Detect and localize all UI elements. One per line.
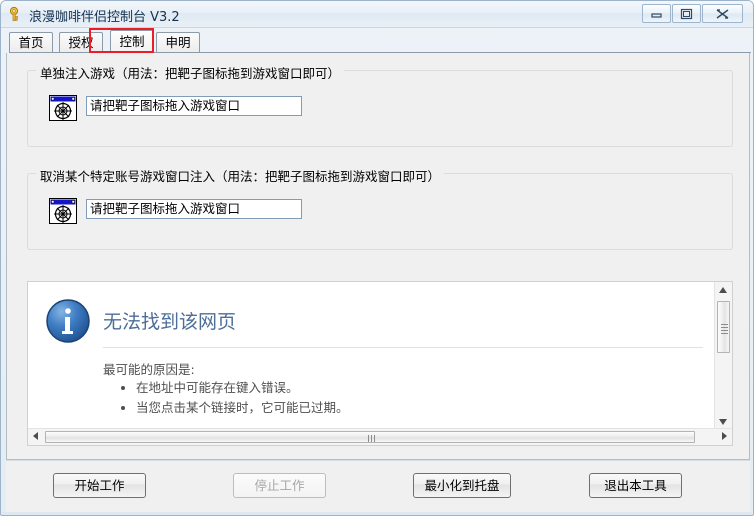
group-inject-title: 单独注入游戏（用法：把靶子图标拖到游戏窗口即可） <box>36 63 345 82</box>
webview-horizontal-scroll-thumb[interactable] <box>45 431 695 443</box>
error-page: 无法找到该网页 最可能的原因是: 在地址中可能存在键入错误。 当您点击某个链接时… <box>28 282 716 429</box>
tab-home[interactable]: 首页 <box>9 32 53 53</box>
exit-tool-button[interactable]: 退出本工具 <box>589 473 682 498</box>
window-bottom-edge <box>2 512 752 515</box>
group-uninject-title: 取消某个特定账号游戏窗口注入（用法：把靶子图标拖到游戏窗口即可） <box>36 166 445 185</box>
scroll-right-arrow[interactable] <box>716 429 732 444</box>
tab-content-panel: 单独注入游戏（用法：把靶子图标拖到游戏窗口即可） 请把靶子图标拖入游戏窗口 取消… <box>6 53 750 460</box>
list-item: 在地址中可能存在键入错误。 <box>136 378 349 398</box>
stop-work-button: 停止工作 <box>233 473 326 498</box>
error-reason-title: 最可能的原因是: <box>103 362 195 377</box>
minimize-button[interactable] <box>642 4 671 23</box>
minimize-to-tray-button[interactable]: 最小化到托盘 <box>413 473 511 498</box>
webview-horizontal-scrollbar[interactable] <box>28 428 732 445</box>
webview-vertical-scroll-thumb[interactable] <box>717 301 730 353</box>
error-reason-list: 在地址中可能存在键入错误。 当您点击某个链接时，它可能已过期。 <box>114 378 349 418</box>
scroll-up-arrow[interactable] <box>715 282 731 299</box>
inject-drop-field[interactable]: 请把靶子图标拖入游戏窗口 <box>86 96 302 116</box>
horizontal-rule <box>103 347 703 348</box>
embedded-browser[interactable]: 无法找到该网页 最可能的原因是: 在地址中可能存在键入错误。 当您点击某个链接时… <box>27 281 733 446</box>
group-inject-game: 单独注入游戏（用法：把靶子图标拖到游戏窗口即可） 请把靶子图标拖入游戏窗口 <box>27 63 733 147</box>
annotation-highlight-rect <box>89 28 154 53</box>
list-item: 当您点击某个链接时，它可能已过期。 <box>136 398 349 418</box>
bottom-button-bar: 开始工作 停止工作 最小化到托盘 退出本工具 <box>6 460 750 512</box>
target-crosshair-icon[interactable] <box>46 91 80 125</box>
maximize-button[interactable] <box>672 4 701 23</box>
error-heading: 无法找到该网页 <box>103 311 237 333</box>
info-icon <box>45 298 91 344</box>
group-uninject-game: 取消某个特定账号游戏窗口注入（用法：把靶子图标拖到游戏窗口即可） 请把靶子图标拖… <box>27 166 733 250</box>
webview-vertical-scrollbar[interactable] <box>714 282 732 430</box>
uninject-drop-field[interactable]: 请把靶子图标拖入游戏窗口 <box>86 199 302 219</box>
tab-declaration[interactable]: 申明 <box>156 32 200 53</box>
scroll-left-arrow[interactable] <box>28 429 44 444</box>
window-title: 浪漫咖啡伴侣控制台 V3.2 <box>29 10 180 25</box>
key-icon <box>8 6 24 22</box>
title-bar[interactable]: 浪漫咖啡伴侣控制台 V3.2 <box>1 1 753 28</box>
target-crosshair-icon[interactable] <box>46 194 80 228</box>
close-button[interactable] <box>702 4 743 23</box>
start-work-button[interactable]: 开始工作 <box>53 473 146 498</box>
application-window: 浪漫咖啡伴侣控制台 V3.2 首页 授权 控制 申明 单独注入游戏（用法：把靶子… <box>0 0 754 516</box>
